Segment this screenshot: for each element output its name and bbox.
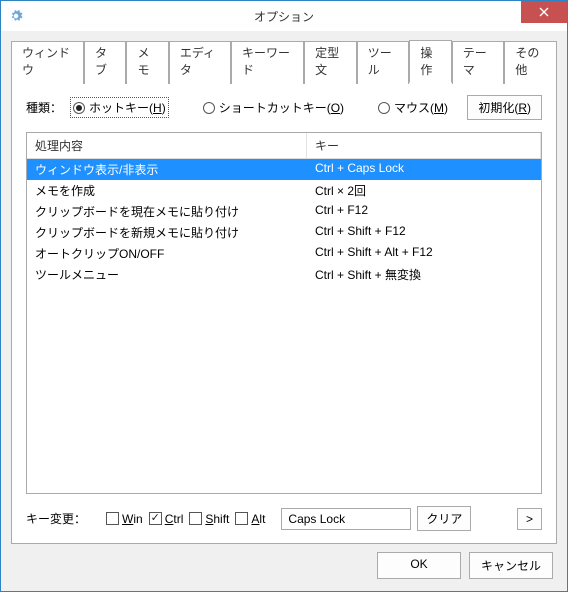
checkbox-shift-label: Shift (205, 512, 229, 526)
key-change-label: キー変更： (26, 510, 86, 527)
tab-3[interactable]: エディタ (169, 41, 231, 84)
radio-shortcut[interactable]: ショートカットキー(O) (203, 99, 344, 116)
radio-hotkey[interactable]: ホットキー(H) (70, 97, 169, 118)
type-row: 種類： ホットキー(H) ショートカットキー(O) マウス(M) (26, 95, 542, 120)
checkbox-alt-label: Alt (251, 512, 265, 526)
radio-icon (73, 102, 85, 114)
reset-button[interactable]: 初期化(R) (467, 95, 542, 120)
key-bindings-table: 処理内容 キー ウィンドウ表示/非表示Ctrl + Caps Lockメモを作成… (26, 132, 542, 494)
table-row[interactable]: ツールメニューCtrl + Shift + 無変換 (27, 264, 541, 285)
tab-4[interactable]: キーワード (231, 41, 304, 84)
tab-7[interactable]: 操作 (409, 40, 451, 83)
radio-mouse-label: マウス(M) (394, 99, 448, 116)
checkbox-ctrl-label: Ctrl (165, 512, 184, 526)
checkbox-icon (106, 512, 119, 525)
table-row[interactable]: クリップボードを現在メモに貼り付けCtrl + F12 (27, 201, 541, 222)
tab-2[interactable]: メモ (126, 41, 168, 84)
table-row[interactable]: クリップボードを新規メモに貼り付けCtrl + Shift + F12 (27, 222, 541, 243)
cell-action: メモを作成 (27, 180, 307, 201)
tab-strip: ウィンドウタブメモエディタキーワード定型文ツール操作テーマその他 (11, 39, 557, 82)
window-title: オプション (1, 8, 567, 25)
key-change-row: キー変更： Win Ctrl Shift Alt (26, 506, 542, 531)
tab-panel-operation: 種類： ホットキー(H) ショートカットキー(O) マウス(M) (11, 82, 557, 544)
table-row[interactable]: オートクリップON/OFFCtrl + Shift + Alt + F12 (27, 243, 541, 264)
cell-action: ウィンドウ表示/非表示 (27, 159, 307, 180)
col-key[interactable]: キー (307, 133, 541, 158)
cell-key: Ctrl + Caps Lock (307, 159, 541, 180)
cell-key: Ctrl + Shift + 無変換 (307, 264, 541, 285)
cell-key: Ctrl + F12 (307, 201, 541, 222)
cell-key: Ctrl × 2回 (307, 180, 541, 201)
tab-5[interactable]: 定型文 (304, 41, 357, 84)
client-area: ウィンドウタブメモエディタキーワード定型文ツール操作テーマその他 種類： ホット… (1, 31, 567, 591)
more-button[interactable]: > (517, 508, 542, 530)
key-input[interactable]: Caps Lock (281, 508, 411, 530)
checkbox-icon (149, 512, 162, 525)
checkbox-shift[interactable]: Shift (189, 512, 229, 526)
close-button[interactable] (521, 1, 567, 23)
radio-mouse[interactable]: マウス(M) (378, 99, 448, 116)
cell-action: クリップボードを現在メモに貼り付け (27, 201, 307, 222)
gear-icon (1, 9, 31, 23)
close-icon (539, 7, 549, 17)
radio-hotkey-label: ホットキー(H) (89, 99, 166, 116)
checkbox-ctrl[interactable]: Ctrl (149, 512, 184, 526)
tab-1[interactable]: タブ (84, 41, 126, 84)
table-row[interactable]: ウィンドウ表示/非表示Ctrl + Caps Lock (27, 159, 541, 180)
checkbox-alt[interactable]: Alt (235, 512, 265, 526)
dialog-footer: OK キャンセル (11, 544, 557, 581)
table-header: 処理内容 キー (27, 133, 541, 159)
tab-8[interactable]: テーマ (452, 41, 505, 84)
clear-button[interactable]: クリア (417, 506, 471, 531)
cell-key: Ctrl + Shift + Alt + F12 (307, 243, 541, 264)
options-dialog: オプション ウィンドウタブメモエディタキーワード定型文ツール操作テーマその他 種… (0, 0, 568, 592)
tab-6[interactable]: ツール (357, 41, 410, 84)
radio-shortcut-label: ショートカットキー(O) (219, 99, 344, 116)
ok-button[interactable]: OK (377, 552, 461, 579)
checkbox-win[interactable]: Win (106, 512, 143, 526)
radio-icon (378, 102, 390, 114)
checkbox-icon (189, 512, 202, 525)
table-row[interactable]: メモを作成Ctrl × 2回 (27, 180, 541, 201)
cell-action: ツールメニュー (27, 264, 307, 285)
cancel-button[interactable]: キャンセル (469, 552, 553, 579)
titlebar: オプション (1, 1, 567, 31)
col-action[interactable]: 処理内容 (27, 133, 307, 158)
cell-action: オートクリップON/OFF (27, 243, 307, 264)
radio-icon (203, 102, 215, 114)
cell-action: クリップボードを新規メモに貼り付け (27, 222, 307, 243)
type-label: 種類： (26, 99, 62, 116)
checkbox-icon (235, 512, 248, 525)
table-body[interactable]: ウィンドウ表示/非表示Ctrl + Caps Lockメモを作成Ctrl × 2… (27, 159, 541, 493)
cell-key: Ctrl + Shift + F12 (307, 222, 541, 243)
checkbox-win-label: Win (122, 512, 143, 526)
tab-0[interactable]: ウィンドウ (11, 41, 84, 84)
tab-9[interactable]: その他 (504, 41, 557, 84)
